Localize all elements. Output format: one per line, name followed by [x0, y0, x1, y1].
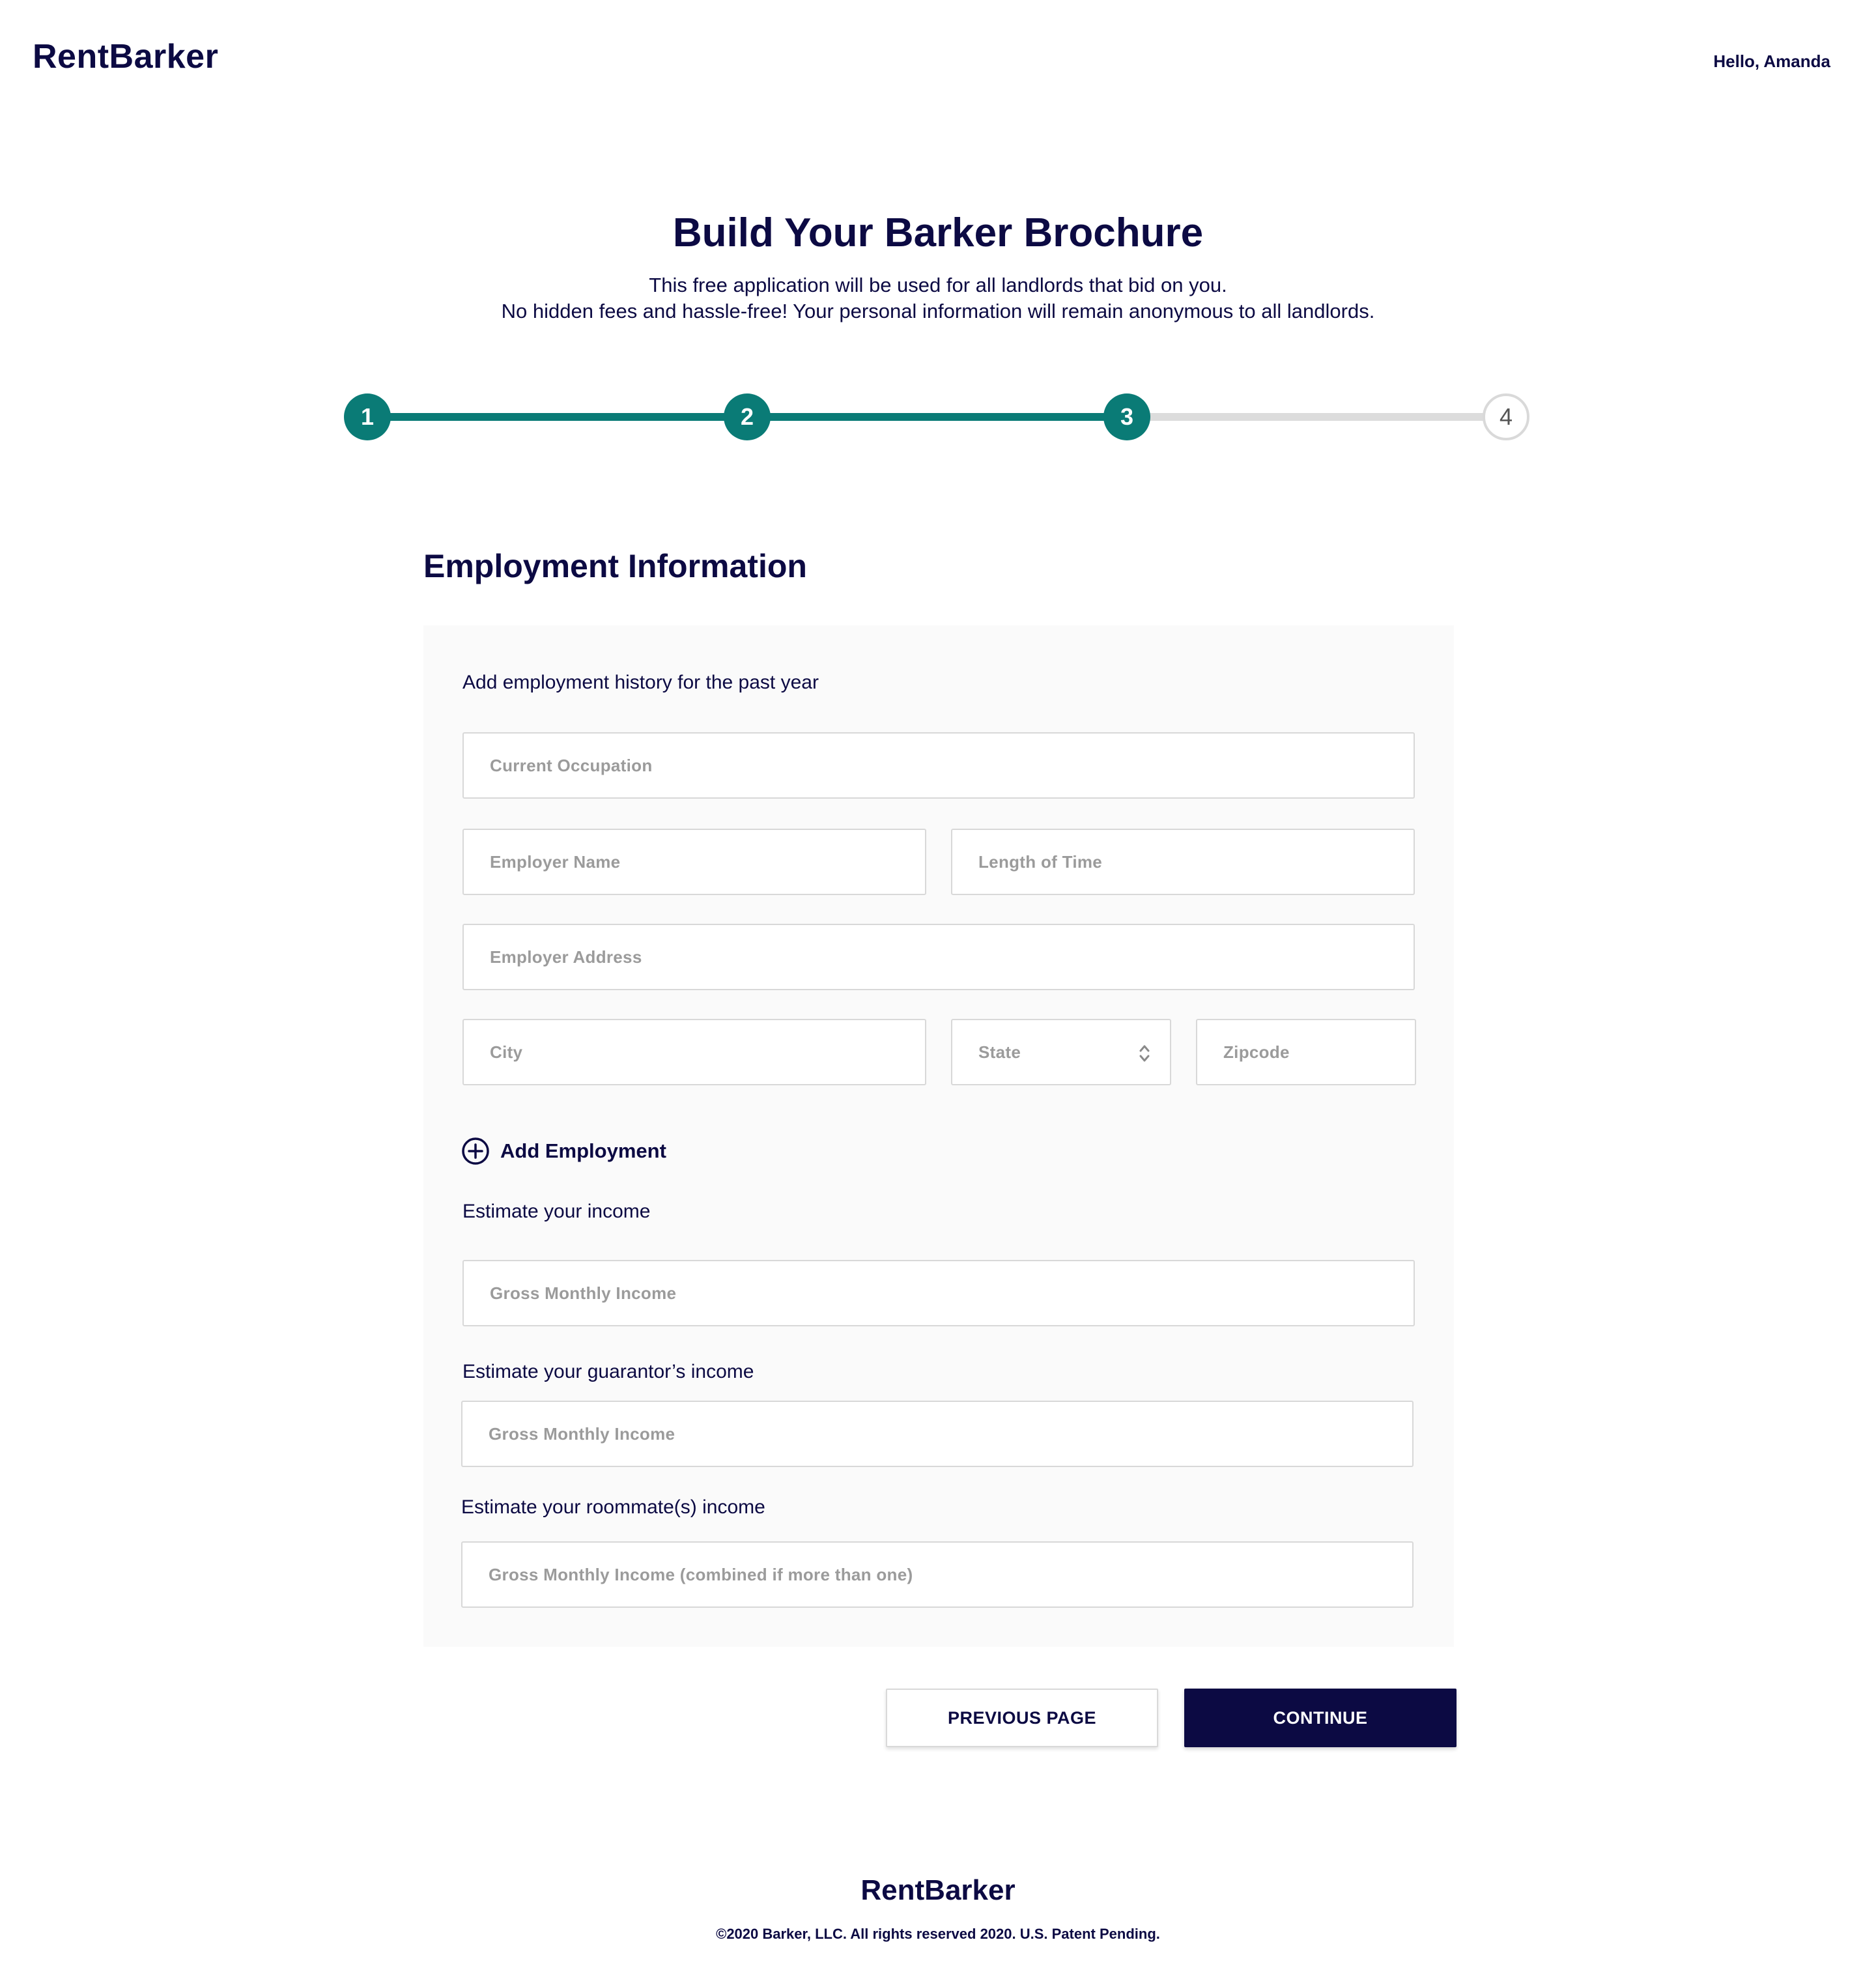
progress-stepper: 1 2 3 4	[0, 391, 1876, 443]
current-occupation-field[interactable]: Current Occupation	[462, 732, 1415, 799]
step-connector-2-3	[748, 413, 1127, 421]
employer-name-field[interactable]: Employer Name	[462, 829, 926, 895]
page-title: Build Your Barker Brochure	[672, 210, 1204, 255]
employer-address-field[interactable]: Employer Address	[462, 924, 1415, 990]
page-subtitle-line2: No hidden fees and hassle-free! Your per…	[501, 300, 1375, 322]
employment-intro-label: Add employment history for the past year	[462, 672, 819, 693]
step-4: 4	[1483, 393, 1529, 440]
roommate-income-field[interactable]: Gross Monthly Income (combined if more t…	[461, 1541, 1414, 1608]
employment-form-card: Add employment history for the past year…	[423, 625, 1454, 1647]
step-3: 3	[1103, 393, 1150, 440]
footer-logo[interactable]: RentBarker	[0, 1871, 1876, 1910]
section-title: Employment Information	[423, 548, 807, 584]
add-employment-button[interactable]: Add Employment	[461, 1136, 666, 1166]
guarantor-income-label: Estimate your guarantor’s income	[462, 1361, 754, 1382]
income-label: Estimate your income	[462, 1201, 651, 1222]
step-connector-1-2	[367, 413, 748, 421]
guarantor-income-field[interactable]: Gross Monthly Income	[461, 1401, 1414, 1467]
state-select-label: State	[978, 1042, 1021, 1062]
city-field[interactable]: City	[462, 1019, 926, 1085]
roommate-income-label: Estimate your roommate(s) income	[461, 1496, 765, 1518]
user-greeting[interactable]: Hello, Amanda	[1713, 50, 1830, 73]
previous-page-button[interactable]: PREVIOUS PAGE	[886, 1689, 1158, 1747]
state-select[interactable]: State	[951, 1019, 1171, 1085]
gross-monthly-income-field[interactable]: Gross Monthly Income	[462, 1260, 1415, 1326]
plus-circle-icon	[462, 1137, 489, 1165]
step-2: 2	[724, 393, 771, 440]
continue-button[interactable]: CONTINUE	[1184, 1689, 1457, 1747]
footer-copyright: ©2020 Barker, LLC. All rights reserved 2…	[716, 1926, 1160, 1942]
page: RentBarker Hello, Amanda Build Your Bark…	[0, 0, 1876, 1970]
add-employment-label: Add Employment	[500, 1139, 666, 1162]
header-logo[interactable]: RentBarker	[33, 34, 218, 79]
step-1: 1	[344, 393, 391, 440]
page-subtitle-line1: This free application will be used for a…	[649, 274, 1227, 296]
select-arrows-icon	[1139, 1045, 1150, 1062]
step-connector-3-4	[1127, 413, 1506, 421]
length-of-time-field[interactable]: Length of Time	[951, 829, 1415, 895]
zipcode-field[interactable]: Zipcode	[1196, 1019, 1416, 1085]
